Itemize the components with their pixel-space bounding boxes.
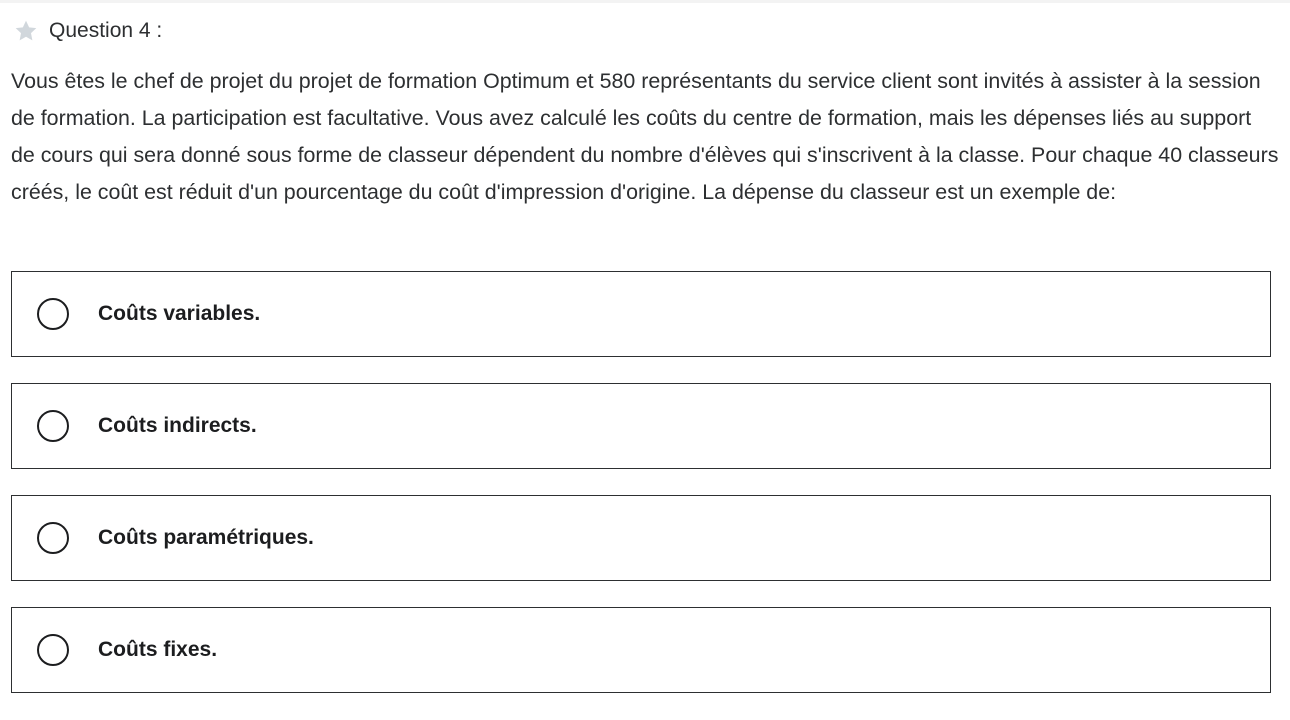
star-icon[interactable]: [13, 18, 39, 44]
answer-label: Coûts variables.: [98, 302, 261, 325]
question-text: Vous êtes le chef de projet du projet de…: [11, 69, 1279, 204]
answer-option-3[interactable]: Coûts paramétriques.: [11, 495, 1271, 581]
answer-label: Coûts indirects.: [98, 414, 257, 437]
question-title: Question 4 :: [49, 19, 163, 42]
answer-label: Coûts fixes.: [98, 638, 218, 661]
answer-option-4[interactable]: Coûts fixes.: [11, 607, 1271, 693]
radio-button[interactable]: [37, 634, 69, 666]
quiz-page: Question 4 : Vous êtes le chef de projet…: [0, 0, 1290, 720]
answer-label: Coûts paramétriques.: [98, 526, 314, 549]
radio-button[interactable]: [37, 410, 69, 442]
radio-button[interactable]: [37, 522, 69, 554]
question-header: Question 4 :: [13, 17, 162, 45]
answer-option-1[interactable]: Coûts variables.: [11, 271, 1271, 357]
radio-button[interactable]: [37, 298, 69, 330]
top-divider: [0, 0, 1290, 3]
answer-option-2[interactable]: Coûts indirects.: [11, 383, 1271, 469]
answer-list: Coûts variables. Coûts indirects. Coûts …: [11, 271, 1271, 719]
